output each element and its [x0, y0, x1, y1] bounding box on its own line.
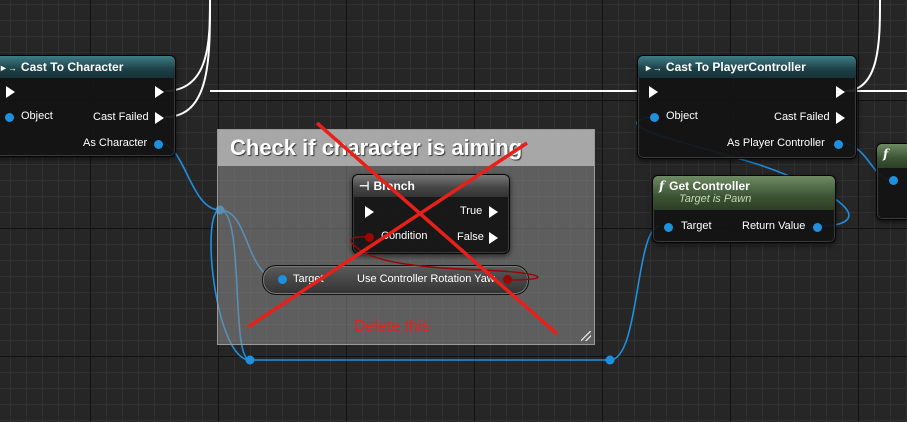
annotation-layer [247, 121, 559, 336]
red-cross-stroke-2 [247, 141, 528, 329]
delete-annotation-text: Delete this [354, 318, 430, 335]
red-cross-stroke-1 [315, 121, 559, 336]
bool-wire [350, 236, 539, 281]
